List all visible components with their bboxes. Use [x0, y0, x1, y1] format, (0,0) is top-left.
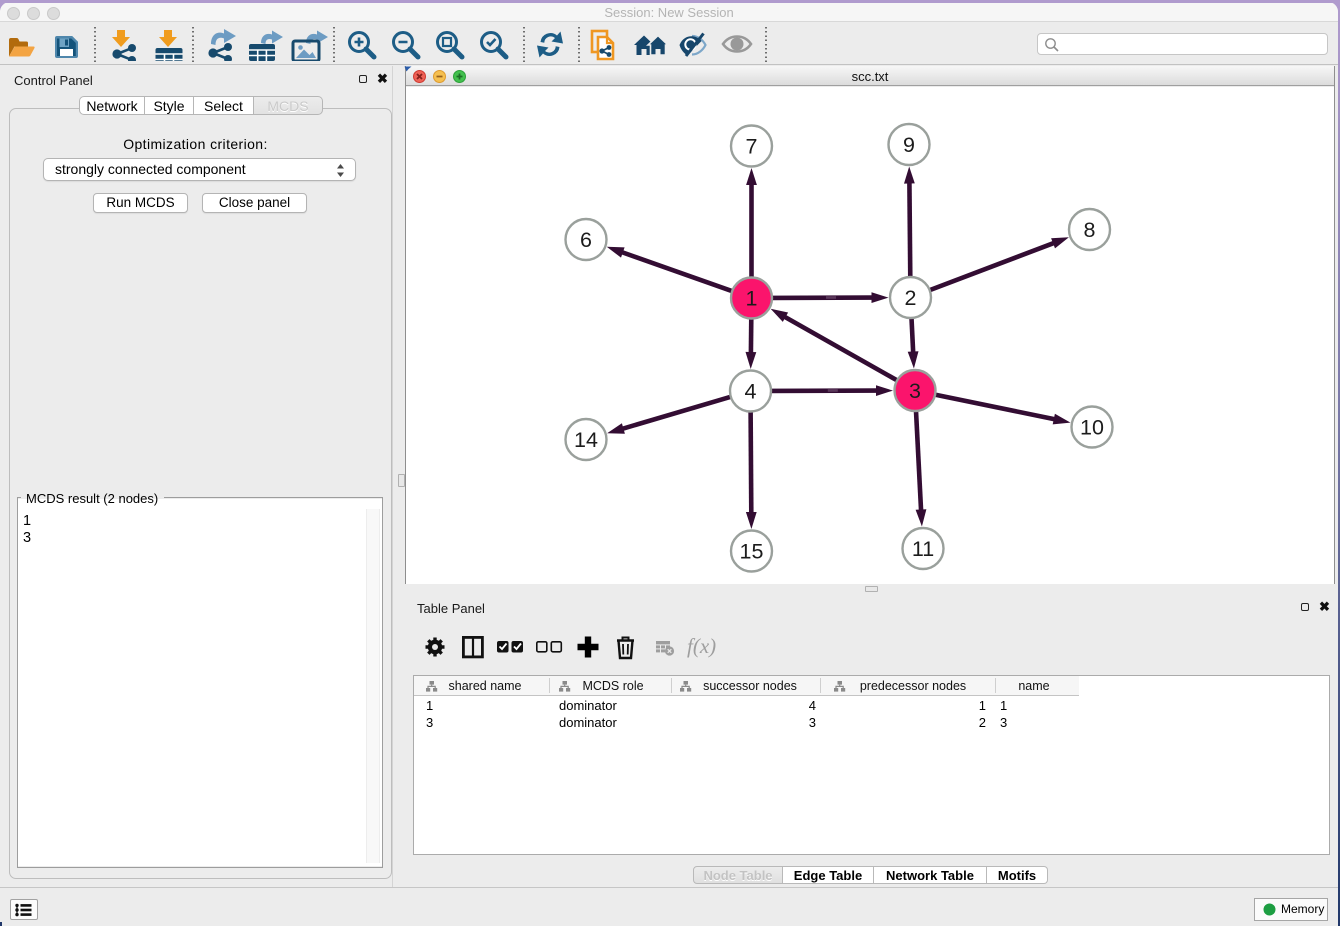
svg-text:14: 14	[574, 428, 598, 452]
svg-text:15: 15	[740, 540, 764, 564]
svg-text:2: 2	[905, 286, 917, 310]
svg-text:4: 4	[745, 380, 757, 404]
svg-text:10: 10	[1080, 416, 1104, 440]
svg-text:8: 8	[1084, 218, 1096, 242]
svg-text:f(x): f(x)	[687, 634, 716, 658]
svg-text:1: 1	[746, 287, 758, 311]
svg-text:7: 7	[746, 135, 758, 159]
svg-text:6: 6	[580, 228, 592, 252]
svg-text:9: 9	[903, 133, 915, 157]
svg-text:3: 3	[909, 379, 921, 403]
svg-text:11: 11	[912, 537, 934, 561]
